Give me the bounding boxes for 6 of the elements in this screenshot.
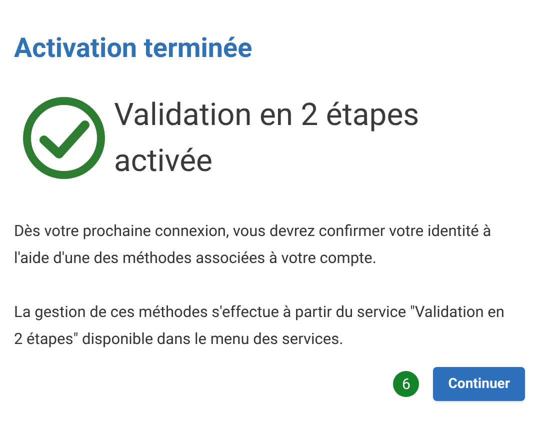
info-paragraph: La gestion de ces méthodes s'effectue à partir du service "Validation en 2 étapes" disponible dans le menu des services. [14, 302, 506, 350]
step-badge: 6 [393, 371, 420, 397]
continue-button[interactable]: Continuer [433, 367, 525, 401]
info-paragraph: Dès votre prochaine connexion, vous devrez confirmer votre identité à l'aide d'une des méthodes associées à votre compte. [14, 221, 492, 269]
dialog-title: Activation terminée [14, 31, 254, 66]
status-heading: Validation en 2 étapes activée [114, 95, 420, 181]
